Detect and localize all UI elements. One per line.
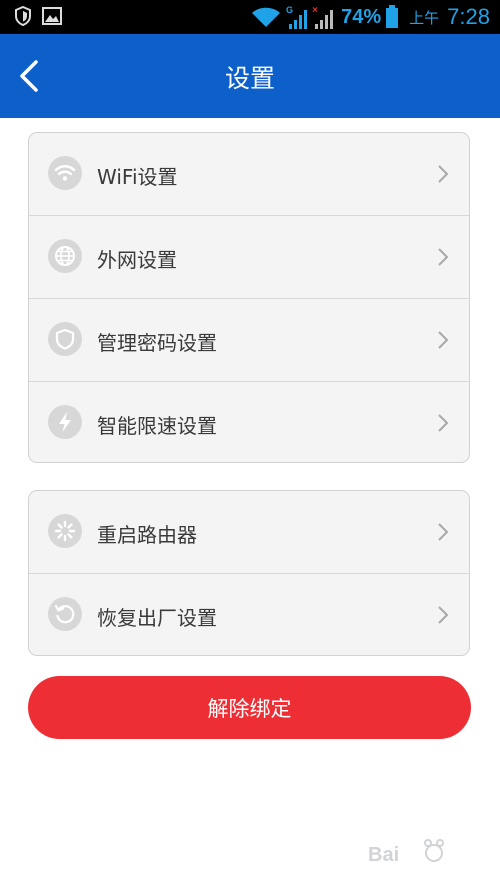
setting-label: 外网设置 (97, 248, 177, 272)
signal-badge-2: × (312, 5, 318, 16)
chevron-right-icon (438, 606, 449, 624)
chevron-right-icon (438, 331, 449, 349)
status-right-icons: G × 74% 上午 7:28 (251, 0, 490, 34)
setting-label: 智能限速设置 (97, 414, 217, 438)
chevron-right-icon (438, 523, 449, 541)
wifi-icon (48, 156, 82, 190)
chevron-right-icon (438, 248, 449, 266)
restore-icon (48, 597, 82, 631)
lightning-icon (48, 405, 82, 439)
setting-row-wifi[interactable]: WiFi设置 (29, 133, 469, 216)
globe-icon (48, 239, 82, 273)
shield-icon (48, 322, 82, 356)
setting-row-restart[interactable]: 重启路由器 (29, 491, 469, 574)
am-pm-label: 上午 (409, 8, 440, 27)
status-bar: G × 74% 上午 7:28 (0, 0, 500, 34)
signal-badge-1: G (286, 5, 293, 15)
svg-text:Bai: Bai (368, 844, 399, 866)
battery-icon (386, 5, 399, 28)
setting-label: 恢复出厂设置 (97, 606, 217, 630)
setting-label: 管理密码设置 (97, 331, 217, 355)
chevron-right-icon (438, 414, 449, 432)
chevron-right-icon (438, 165, 449, 183)
status-left-icons (14, 6, 62, 26)
battery-percent: 74% (341, 5, 382, 28)
restart-icon (48, 514, 82, 548)
setting-row-wan[interactable]: 外网设置 (29, 216, 469, 299)
setting-row-factory-reset[interactable]: 恢复出厂设置 (29, 574, 469, 655)
wifi-status-icon (252, 7, 281, 27)
setting-row-speed-limit[interactable]: 智能限速设置 (29, 382, 469, 462)
settings-group-network: WiFi设置 外网设置 管理密码设置 智能限速设置 (28, 132, 470, 463)
signal-icon-1: G (286, 5, 308, 29)
setting-row-admin-password[interactable]: 管理密码设置 (29, 299, 469, 382)
signal-icon-2: × (312, 5, 334, 29)
unbind-button[interactable]: 解除绑定 (28, 676, 471, 739)
setting-label: WiFi设置 (97, 165, 178, 189)
setting-label: 重启路由器 (97, 523, 197, 547)
settings-group-system: 重启路由器 恢复出厂设置 (28, 490, 470, 656)
page-title: 设置 (224, 64, 275, 93)
clock-time: 7:28 (447, 4, 490, 29)
watermark-logo: Bai (368, 839, 444, 866)
image-notification-icon (42, 7, 62, 25)
shield-notification-icon (15, 6, 31, 26)
app-header: 设置 (0, 34, 500, 118)
